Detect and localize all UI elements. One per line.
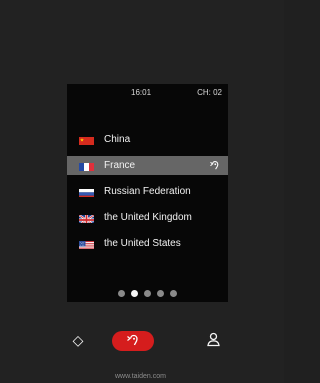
language-item-united-kingdom[interactable]: the United Kingdom [67, 208, 228, 227]
user-button[interactable] [206, 332, 221, 347]
hearing-icon [127, 335, 138, 346]
status-time: 16:01 [131, 88, 152, 97]
language-screen: 16:01 CH: 02 China France Russian Federa… [67, 84, 228, 302]
language-label: China [104, 134, 131, 145]
status-bar: 16:01 CH: 02 [67, 84, 228, 102]
uk-flag-icon [79, 213, 94, 223]
language-item-russian-federation[interactable]: Russian Federation [67, 182, 228, 201]
china-flag-icon [79, 135, 94, 145]
russia-flag-icon [79, 187, 94, 197]
page-dot[interactable] [157, 290, 164, 297]
language-label: Russian Federation [104, 186, 191, 197]
home-icon: ◇ [72, 332, 84, 348]
page-dot-active[interactable] [131, 290, 138, 297]
language-label: the United Kingdom [104, 212, 192, 223]
language-item-france[interactable]: France [67, 156, 228, 175]
language-list: China France Russian Federation the Unit… [67, 130, 228, 260]
page-indicator [67, 290, 228, 297]
language-item-united-states[interactable]: the United States [67, 234, 228, 253]
language-label: the United States [104, 238, 181, 249]
status-channel: CH: 02 [197, 88, 222, 97]
device: 16:01 CH: 02 China France Russian Federa… [0, 0, 284, 383]
home-button[interactable]: ◇ [71, 333, 85, 347]
france-flag-icon [79, 161, 94, 171]
brand-url: www.taiden.com [115, 373, 166, 380]
page-dot[interactable] [170, 290, 177, 297]
us-flag-icon [79, 239, 94, 249]
listen-button[interactable] [112, 331, 154, 351]
hearing-icon [209, 156, 220, 175]
language-label: France [104, 160, 136, 171]
page-dot[interactable] [144, 290, 151, 297]
language-item-china[interactable]: China [67, 130, 228, 149]
page-dot[interactable] [118, 290, 125, 297]
user-icon [207, 332, 220, 347]
